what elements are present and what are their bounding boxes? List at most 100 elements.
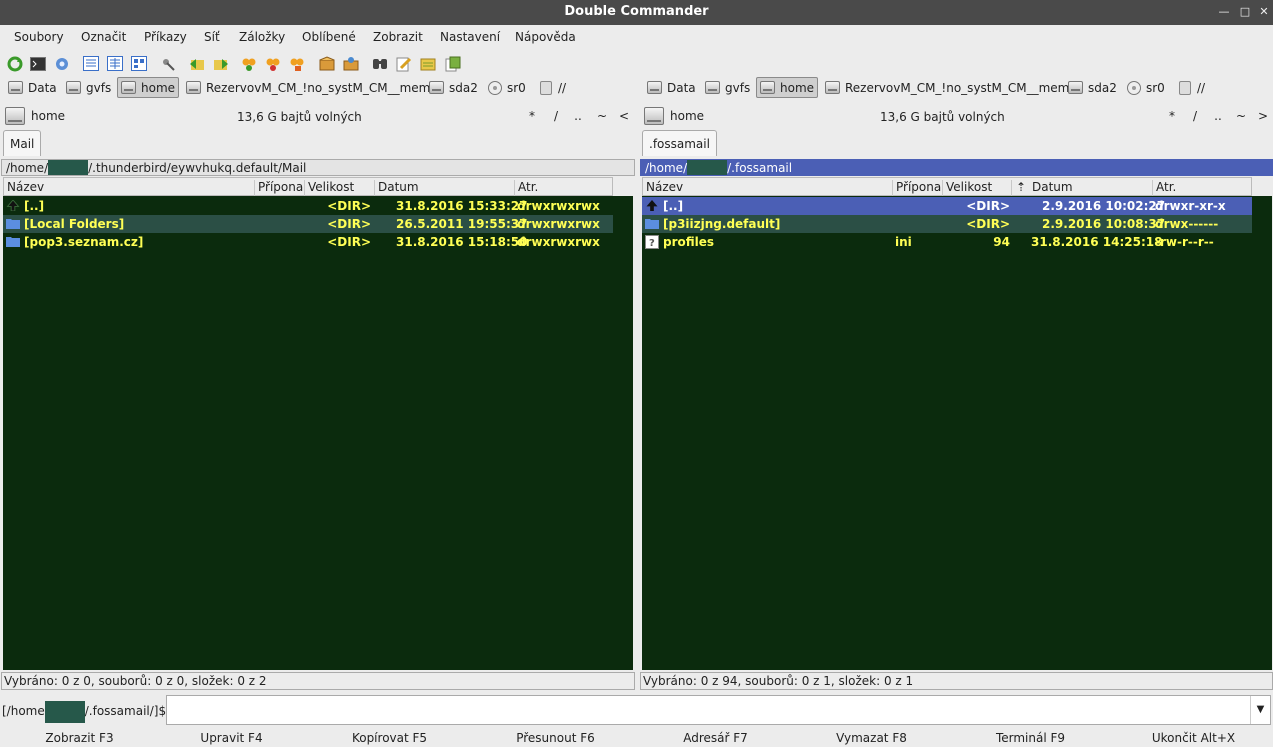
- tab-mail[interactable]: Mail: [3, 130, 42, 156]
- drive-icon: [186, 81, 201, 94]
- file-row[interactable]: [..] <DIR> 31.8.2016 15:33:27 drwxrwxrwx: [3, 197, 613, 215]
- fkey-terminal-button[interactable]: Terminál F9: [951, 731, 1110, 745]
- close-button[interactable]: ✕: [1257, 5, 1271, 19]
- sync-icon[interactable]: [264, 55, 281, 72]
- nav-home[interactable]: ~: [594, 109, 610, 123]
- col-attr[interactable]: Atr.: [515, 180, 614, 196]
- thumbnails-view-icon[interactable]: [130, 55, 147, 72]
- drive-button-network[interactable]: //: [537, 77, 569, 98]
- fkey-delete-button[interactable]: Vymazat F8: [792, 731, 951, 745]
- refresh-icon[interactable]: [6, 55, 23, 72]
- copy-name-icon[interactable]: [444, 55, 461, 72]
- file-row[interactable]: [pop3.seznam.cz] <DIR> 31.8.2016 15:18:5…: [3, 233, 613, 251]
- minimize-button[interactable]: —: [1217, 5, 1231, 19]
- fkey-view-button[interactable]: Zobrazit F3: [0, 731, 159, 745]
- settings-icon[interactable]: [53, 55, 70, 72]
- drive-button-home[interactable]: home: [117, 77, 180, 98]
- status-bar: Vybráno: 0 z 94, souborů: 0 z 1, složek:…: [640, 672, 1273, 690]
- path-bar[interactable]: /home//.fossamail: [640, 159, 1273, 176]
- multirename-icon[interactable]: [288, 55, 305, 72]
- col-ext[interactable]: Přípona: [893, 180, 943, 196]
- drive-button-gvfs[interactable]: gvfs: [63, 77, 114, 98]
- menu-zalozky[interactable]: Záložky: [239, 30, 285, 44]
- file-list[interactable]: [..] <DIR> 2.9.2016 10:02:27 drwxr-xr-x …: [642, 196, 1272, 670]
- unpack-icon[interactable]: [342, 55, 359, 72]
- brief-view-icon[interactable]: [82, 55, 99, 72]
- nav-parent[interactable]: ..: [570, 109, 586, 123]
- nav-copy-other[interactable]: <: [616, 109, 632, 123]
- pin-icon[interactable]: [159, 55, 176, 72]
- fkey-copy-button[interactable]: Kopírovat F5: [310, 731, 469, 745]
- drive-button-data[interactable]: Data: [5, 77, 60, 98]
- file-list[interactable]: [..] <DIR> 31.8.2016 15:33:27 drwxrwxrwx…: [3, 196, 633, 670]
- drive-button-gvfs[interactable]: gvfs: [702, 77, 753, 98]
- menu-oblibene[interactable]: Oblíbené: [302, 30, 356, 44]
- drive-button-sda2[interactable]: sda2: [426, 77, 481, 98]
- drive-button-rezervov[interactable]: RezervovM_CM_!no_systM_CM__mem: [822, 77, 1072, 98]
- fkey-move-button[interactable]: Přesunout F6: [476, 731, 635, 745]
- col-name[interactable]: Název: [4, 180, 255, 196]
- file-date: 26.5.2011 19:55:37: [396, 217, 528, 231]
- file-row[interactable]: ? profiles ini 94 31.8.2016 14:25:18 -rw…: [642, 233, 1252, 251]
- directory-hotlist-icon[interactable]: [419, 55, 436, 72]
- nav-root-all[interactable]: *: [1164, 109, 1180, 123]
- nav-parent[interactable]: ..: [1210, 109, 1226, 123]
- compare-icon[interactable]: [240, 55, 257, 72]
- full-view-icon[interactable]: [106, 55, 123, 72]
- pack-icon[interactable]: [318, 55, 335, 72]
- file-row[interactable]: [p3iizjng.default] <DIR> 2.9.2016 10:08:…: [642, 215, 1252, 233]
- terminal-icon[interactable]: [29, 55, 46, 72]
- drive-icon[interactable]: [644, 107, 664, 125]
- drive-button-home[interactable]: home: [756, 77, 819, 98]
- search-icon[interactable]: [371, 55, 388, 72]
- drive-button-network[interactable]: //: [1176, 77, 1208, 98]
- up-arrow-icon: [646, 200, 658, 211]
- maximize-button[interactable]: □: [1238, 5, 1252, 19]
- drive-button-rezervov[interactable]: RezervovM_CM_!no_systM_CM__mem: [183, 77, 433, 98]
- nav-root[interactable]: /: [548, 109, 564, 123]
- file-attr: drwxrwxrwx: [517, 217, 600, 231]
- file-row[interactable]: [Local Folders] <DIR> 26.5.2011 19:55:37…: [3, 215, 613, 233]
- fkey-exit-button[interactable]: Ukončit Alt+X: [1114, 731, 1273, 745]
- menu-nastaveni[interactable]: Nastavení: [440, 30, 500, 44]
- menu-sit[interactable]: Síť: [204, 30, 220, 44]
- edit-icon[interactable]: [395, 55, 412, 72]
- menu-prikazy[interactable]: Příkazy: [144, 30, 187, 44]
- command-input[interactable]: ▼: [166, 695, 1271, 725]
- nav-root[interactable]: /: [1187, 109, 1203, 123]
- folder-icon: [645, 219, 659, 229]
- toolbar: [0, 50, 1273, 76]
- menu-zobrazit[interactable]: Zobrazit: [373, 30, 423, 44]
- path-bar[interactable]: /home//.thunderbird/eywvhukq.default/Mai…: [1, 159, 635, 176]
- fkey-edit-button[interactable]: Upravit F4: [152, 731, 311, 745]
- forward-icon[interactable]: [212, 55, 229, 72]
- nav-copy-other[interactable]: >: [1255, 109, 1271, 123]
- col-size[interactable]: Velikost: [305, 180, 375, 196]
- status-bar: Vybráno: 0 z 0, souborů: 0 z 0, složek: …: [1, 672, 635, 690]
- back-icon[interactable]: [188, 55, 205, 72]
- tab-fossamail[interactable]: .fossamail: [642, 130, 717, 156]
- drive-button-sr0[interactable]: sr0: [485, 77, 529, 98]
- drive-icon: [66, 81, 81, 94]
- menu-napoveda[interactable]: Nápověda: [515, 30, 576, 44]
- nav-home[interactable]: ~: [1233, 109, 1249, 123]
- col-size[interactable]: Velikost: [943, 180, 1012, 196]
- drive-button-sr0[interactable]: sr0: [1124, 77, 1168, 98]
- drive-icon[interactable]: [5, 107, 25, 125]
- fkey-mkdir-button[interactable]: Adresář F7: [636, 731, 795, 745]
- file-size: <DIR>: [966, 199, 1010, 213]
- menu-oznacit[interactable]: Označit: [81, 30, 126, 44]
- left-panel: home 13,6 G bajtů volných * / .. ~ < Mai…: [1, 100, 635, 692]
- col-attr[interactable]: Atr.: [1153, 180, 1253, 196]
- col-ext[interactable]: Přípona: [255, 180, 305, 196]
- history-dropdown-icon[interactable]: ▼: [1250, 696, 1270, 724]
- menu-soubory[interactable]: Soubory: [14, 30, 64, 44]
- nav-root-all[interactable]: *: [524, 109, 540, 123]
- file-attr: drwxrwxrwx: [517, 199, 600, 213]
- file-row[interactable]: [..] <DIR> 2.9.2016 10:02:27 drwxr-xr-x: [642, 197, 1252, 215]
- col-date[interactable]: Datum: [1029, 180, 1153, 196]
- drive-button-data[interactable]: Data: [644, 77, 699, 98]
- col-date[interactable]: Datum: [375, 180, 515, 196]
- drive-button-sda2[interactable]: sda2: [1065, 77, 1120, 98]
- col-name[interactable]: Název: [643, 180, 893, 196]
